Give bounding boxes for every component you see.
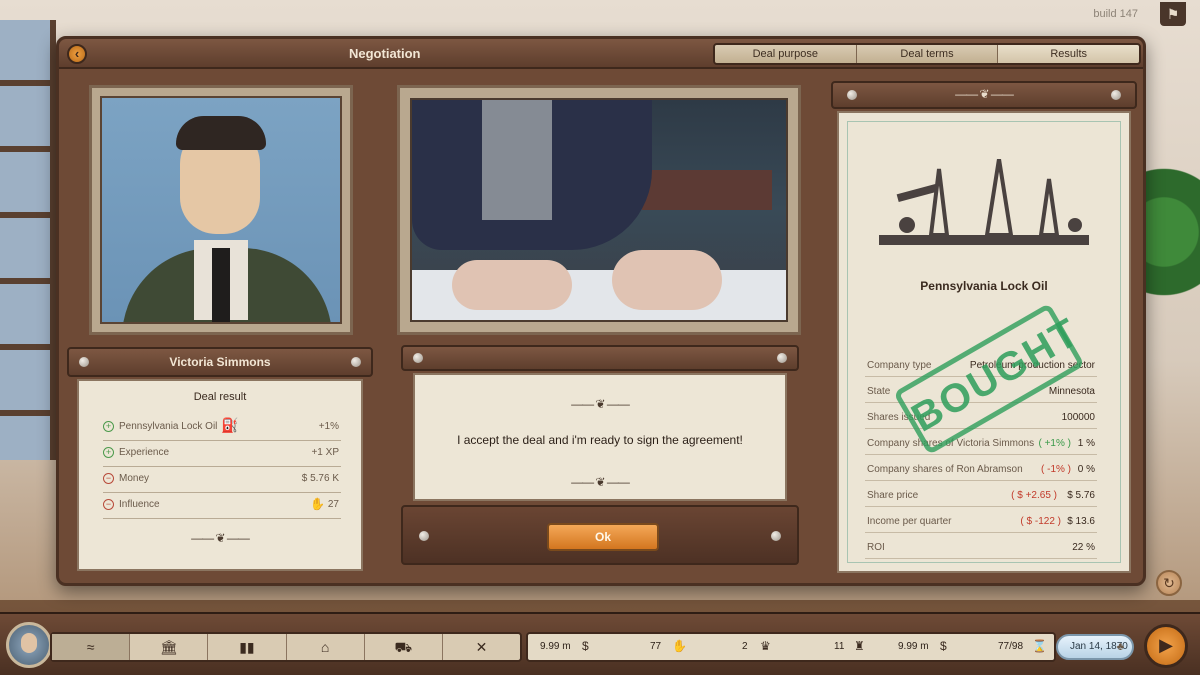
ok-bar: Ok [401, 505, 799, 565]
deal-row: + Experience +1 XP [103, 443, 341, 467]
rivet-icon [777, 353, 787, 363]
tower-stat: 11 [834, 641, 845, 652]
turns-stat: 77/98 [998, 641, 1024, 652]
bank-icon[interactable]: 🏛 [130, 634, 209, 660]
map-icon[interactable]: ≈ [52, 634, 131, 660]
build-label: build 147 [1093, 8, 1138, 20]
tab-results[interactable]: Results [998, 45, 1139, 63]
hourglass-icon: ⌛ [1032, 639, 1047, 653]
title-bar: ‹ Negotiation Deal purpose Deal terms Re… [59, 39, 1143, 69]
tree-icon: ♣ [1116, 641, 1124, 653]
influence-hand-icon: ✋ [310, 497, 325, 511]
nav-strip: ≈ 🏛 ▮▮ ⌂ ⛟ ✕ [50, 632, 522, 662]
minus-icon: − [103, 473, 114, 484]
flourish-ornament: —— ❦ —— [955, 87, 1014, 101]
date-display[interactable]: Jan 14, 1870 ♣ [1056, 634, 1134, 660]
room-window [0, 20, 56, 460]
car-icon[interactable]: ⛟ [365, 634, 443, 660]
dialog-banner [401, 345, 799, 371]
rivet-icon [413, 353, 423, 363]
oil-derricks-icon [879, 159, 1089, 245]
dollar-icon: $ [940, 639, 947, 653]
plus-icon: + [103, 421, 114, 432]
ok-button[interactable]: Ok [547, 523, 659, 551]
player-avatar[interactable] [6, 622, 52, 668]
deal-result-title: Deal result [193, 391, 247, 403]
share-certificate: Pennsylvania Lock Oil Company type Petro… [837, 111, 1131, 573]
oil-pump-icon: ⛽ [221, 417, 239, 433]
money-bag-icon: $ [582, 639, 589, 653]
tower-icon: ♜ [854, 639, 865, 653]
info-row: Share price ( $ +2.65 ) $ 5.76 [865, 485, 1097, 507]
rivet-icon [771, 531, 781, 541]
deal-row: − Influence ✋ 27 [103, 495, 341, 519]
stats-strip: 9.99 m $ 77 ✋ 2 ♛ 11 ♜ 9.99 m $ 77/98 ⌛ [526, 632, 1056, 662]
rivet-icon [419, 531, 429, 541]
deal-result-panel: Deal result + Pennsylvania Lock Oil ⛽ +1… [77, 379, 363, 571]
deal-row: + Pennsylvania Lock Oil ⛽ +1% [103, 417, 341, 441]
info-row: Company shares of Ron Abramson ( -1% ) 0… [865, 459, 1097, 481]
money-stat: 9.99 m [540, 641, 571, 652]
signing-illustration [410, 98, 788, 322]
tab-deal-terms[interactable]: Deal terms [856, 45, 999, 63]
menu-icon[interactable]: ⚑ [1160, 2, 1186, 26]
back-button[interactable]: ‹ [67, 44, 87, 64]
play-icon[interactable]: ▶ [1144, 624, 1188, 668]
tab-deal-purpose[interactable]: Deal purpose [715, 45, 857, 63]
tab-strip: Deal purpose Deal terms Results [713, 43, 1141, 65]
influence-stat: 77 [650, 641, 662, 652]
influence-hand-icon: ✋ [672, 639, 687, 653]
person-name-banner: Victoria Simmons [67, 347, 373, 377]
network-icon[interactable]: ✕ [443, 634, 520, 660]
flourish-ornament: —— ❦ —— [571, 475, 630, 489]
person-portrait [100, 96, 342, 324]
portrait-frame [89, 85, 353, 335]
info-row: Income per quarter ( $ -122 ) $ 13.6 [865, 511, 1097, 533]
plus-icon: + [103, 447, 114, 458]
certificate-banner: —— ❦ —— [831, 81, 1137, 109]
deal-row: − Money $ 5.76 K [103, 469, 341, 493]
scene-frame [397, 85, 801, 335]
info-row: ROI 22 % [865, 537, 1097, 559]
minus-icon: − [103, 499, 114, 510]
crown-icon: ♛ [760, 639, 771, 653]
flourish-ornament: —— ❦ —— [571, 397, 630, 411]
dialog-panel: —— ❦ —— I accept the deal and i'm ready … [413, 373, 787, 501]
potted-plant [1140, 160, 1200, 340]
window-title: Negotiation [349, 46, 421, 61]
prestige-stat: 2 [742, 641, 748, 652]
capitol-icon[interactable]: ⌂ [287, 634, 365, 660]
negotiation-window: ‹ Negotiation Deal purpose Deal terms Re… [56, 36, 1146, 586]
chart-icon[interactable]: ▮▮ [208, 634, 287, 660]
refresh-button[interactable]: ↻ [1156, 570, 1182, 596]
cash-stat: 9.99 m [898, 641, 929, 652]
info-row: Company shares of Victoria Simmons ( +1%… [865, 433, 1097, 455]
dialog-text: I accept the deal and i'm ready to sign … [457, 433, 743, 447]
bottom-bar: ≈ 🏛 ▮▮ ⌂ ⛟ ✕ 9.99 m $ 77 ✋ 2 ♛ 11 ♜ 9.99… [0, 612, 1200, 675]
flourish-ornament: —— ❦ —— [191, 531, 250, 545]
company-name: Pennsylvania Lock Oil [920, 279, 1048, 293]
person-name: Victoria Simmons [169, 355, 271, 369]
